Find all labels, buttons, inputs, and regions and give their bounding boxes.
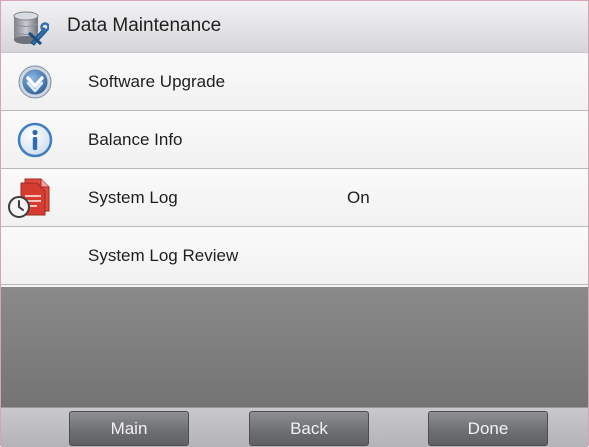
info-icon bbox=[17, 122, 53, 158]
empty-area bbox=[1, 287, 588, 407]
done-button[interactable]: Done bbox=[428, 411, 548, 446]
system-log-status: On bbox=[347, 188, 370, 207]
main-button[interactable]: Main bbox=[69, 411, 189, 446]
menu-list: Software Upgrade Balance Info System Log… bbox=[1, 53, 588, 285]
screen: Data Maintenance Software Upgrade Balanc… bbox=[0, 0, 589, 447]
log-clock-icon bbox=[7, 177, 51, 219]
menu-item-label: System Log bbox=[88, 188, 178, 207]
menu-item-label: Software Upgrade bbox=[88, 72, 226, 91]
database-settings-icon bbox=[11, 9, 50, 47]
footer-bar: Main Back Done bbox=[1, 407, 588, 447]
menu-item-system-log-review[interactable]: System Log Review bbox=[1, 227, 588, 285]
menu-item-software-upgrade[interactable]: Software Upgrade bbox=[1, 53, 588, 111]
header-bar: Data Maintenance bbox=[1, 1, 588, 53]
page-title: Data Maintenance bbox=[67, 15, 222, 36]
menu-item-label: System Log Review bbox=[88, 246, 239, 265]
menu-item-system-log[interactable]: System Log On bbox=[1, 169, 588, 227]
menu-item-label: Balance Info bbox=[88, 130, 183, 149]
menu-item-balance-info[interactable]: Balance Info bbox=[1, 111, 588, 169]
back-button[interactable]: Back bbox=[249, 411, 369, 446]
download-arrow-icon bbox=[17, 64, 53, 100]
